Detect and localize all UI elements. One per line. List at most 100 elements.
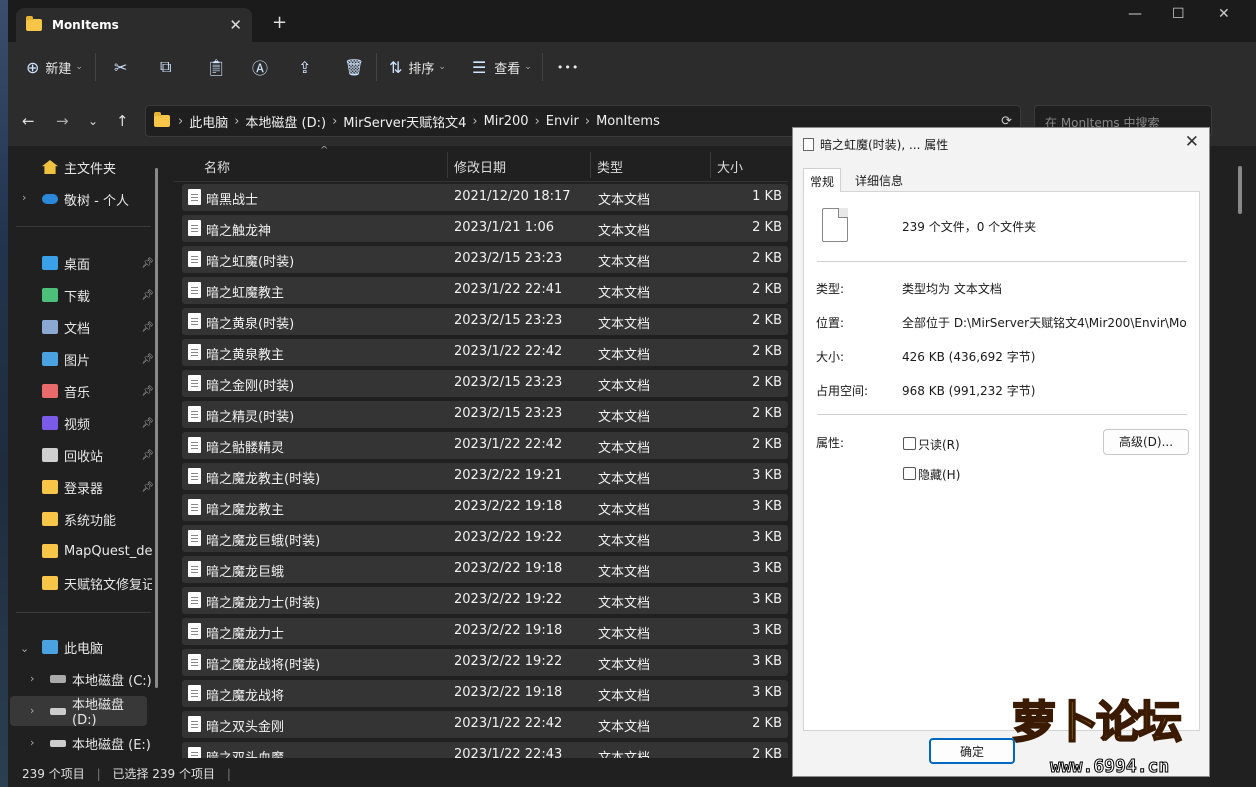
delete-button[interactable]: 🗑︎: [344, 51, 368, 83]
chevron-right-icon: ›: [472, 113, 478, 129]
table-row[interactable]: 暗之骷髅精灵 2023/1/22 22:42 文本文档 2 KB: [182, 432, 788, 459]
tab-details[interactable]: 详细信息: [849, 168, 909, 192]
file-date: 2023/1/22 22:43: [454, 747, 563, 758]
table-row[interactable]: 暗之魔龙战将 2023/2/22 19:18 文本文档 3 KB: [182, 680, 788, 707]
breadcrumb-drive-d[interactable]: 本地磁盘 (D:): [245, 112, 326, 131]
file-list-scrollbar[interactable]: [1238, 166, 1242, 214]
sidebar-item-quick-7[interactable]: 登录器 📌︎: [8, 472, 158, 502]
tab-monitems[interactable]: MonItems ✕: [16, 8, 252, 42]
new-button[interactable]: ⊕ 新建 ⌄: [26, 51, 83, 83]
dialog-close-button[interactable]: ✕: [1185, 132, 1199, 152]
table-row[interactable]: 暗之虹魔教主 2023/1/22 22:41 文本文档 2 KB: [182, 277, 788, 304]
readonly-label[interactable]: 只读(R): [918, 436, 960, 453]
sidebar-item-quick-8[interactable]: 系统功能: [8, 504, 158, 534]
table-row[interactable]: 暗之魔龙教主(时装) 2023/2/22 19:21 文本文档 3 KB: [182, 463, 788, 490]
recent-locations-button[interactable]: ⌄: [88, 114, 98, 128]
breadcrumb-mirserver[interactable]: MirServer天赋铭文4: [343, 112, 466, 131]
chevron-down-icon: ⌄: [438, 62, 446, 72]
table-row[interactable]: 暗之魔龙教主 2023/2/22 19:18 文本文档 3 KB: [182, 494, 788, 521]
more-options-button[interactable]: •••: [557, 51, 579, 83]
cut-button[interactable]: ✂: [114, 51, 138, 83]
divider: [94, 53, 96, 81]
readonly-checkbox[interactable]: [903, 437, 916, 450]
column-divider[interactable]: [710, 152, 711, 178]
table-row[interactable]: 暗之金刚(时装) 2023/2/15 23:23 文本文档 2 KB: [182, 370, 788, 397]
pin-icon[interactable]: 📌︎: [141, 290, 154, 301]
file-size: 3 KB: [752, 623, 782, 638]
ok-button[interactable]: 确定: [929, 738, 1015, 764]
pin-icon[interactable]: 📌︎: [141, 386, 154, 397]
table-row[interactable]: 暗之魔龙战将(时装) 2023/2/22 19:22 文本文档 3 KB: [182, 649, 788, 676]
sidebar-item-quick-5[interactable]: 视频 📌︎: [8, 408, 158, 438]
breadcrumb-monitems[interactable]: MonItems: [596, 114, 660, 129]
table-row[interactable]: 暗之魔龙巨蛾(时装) 2023/2/22 19:22 文本文档 3 KB: [182, 525, 788, 552]
breadcrumb-mir200[interactable]: Mir200: [484, 114, 529, 129]
close-window-button[interactable]: ✕: [1218, 6, 1230, 22]
copy-button[interactable]: ⧉: [160, 51, 184, 83]
minimize-button[interactable]: —: [1128, 6, 1142, 22]
paste-button[interactable]: 📋︎: [206, 51, 230, 83]
pin-icon[interactable]: 📌︎: [141, 354, 154, 365]
sidebar-item-quick-4[interactable]: 音乐 📌︎: [8, 376, 158, 406]
sidebar-item-quick-6[interactable]: 回收站 📌︎: [8, 440, 158, 470]
up-button[interactable]: ↑: [116, 112, 129, 130]
table-row[interactable]: 暗之触龙神 2023/1/21 1:06 文本文档 2 KB: [182, 215, 788, 242]
sidebar-item-quick-2[interactable]: 文档 📌︎: [8, 312, 158, 342]
sort-button[interactable]: ⇅ 排序 ⌄: [389, 51, 446, 83]
sidebar-item-quick-3[interactable]: 图片 📌︎: [8, 344, 158, 374]
file-type: 文本文档: [598, 565, 651, 580]
sidebar-item-this-pc[interactable]: 此电脑: [8, 632, 158, 662]
column-name[interactable]: 名称: [204, 157, 230, 176]
sidebar-item-home[interactable]: 主文件夹: [8, 152, 158, 182]
sidebar-item-drive-c[interactable]: 本地磁盘 (C:): [8, 664, 158, 694]
sidebar-item-label: 主文件夹: [64, 161, 117, 177]
file-date: 2023/2/22 19:21: [454, 468, 563, 483]
pin-icon[interactable]: 📌︎: [141, 322, 154, 333]
table-row[interactable]: 暗之虹魔(时装) 2023/2/15 23:23 文本文档 2 KB: [182, 246, 788, 273]
hidden-label[interactable]: 隐藏(H): [918, 466, 960, 483]
forward-button[interactable]: →: [56, 112, 69, 130]
maximize-button[interactable]: ☐: [1172, 6, 1185, 22]
table-row[interactable]: 暗之精灵(时装) 2023/2/15 23:23 文本文档 2 KB: [182, 401, 788, 428]
column-divider[interactable]: [590, 152, 591, 178]
new-tab-button[interactable]: +: [272, 12, 287, 33]
sidebar-item-drive-e[interactable]: 本地磁盘 (E:): [8, 728, 158, 758]
table-row[interactable]: 暗之魔龙巨蛾 2023/2/22 19:18 文本文档 3 KB: [182, 556, 788, 583]
sidebar-item-onedrive[interactable]: 敬树 - 个人: [8, 184, 158, 214]
table-row[interactable]: 暗之黄泉教主 2023/1/22 22:42 文本文档 2 KB: [182, 339, 788, 366]
pin-icon[interactable]: 📌︎: [141, 482, 154, 493]
column-type[interactable]: 类型: [597, 157, 623, 176]
rename-button[interactable]: Ⓐ: [252, 51, 276, 83]
sidebar-item-quick-1[interactable]: 下载 📌︎: [8, 280, 158, 310]
column-date[interactable]: 修改日期: [454, 157, 506, 176]
hidden-checkbox[interactable]: [903, 467, 916, 480]
pin-icon[interactable]: 📌︎: [141, 450, 154, 461]
sidebar-item-quick-0[interactable]: 桌面 📌︎: [8, 248, 158, 278]
back-button[interactable]: ←: [22, 112, 35, 130]
sidebar-item-quick-9[interactable]: MapQuest_def: [8, 536, 158, 566]
table-row[interactable]: 暗黑战士 2021/12/20 18:17 文本文档 1 KB: [182, 184, 788, 211]
chevron-right-icon[interactable]: ›: [30, 704, 34, 717]
table-row[interactable]: 暗之魔龙力士 2023/2/22 19:18 文本文档 3 KB: [182, 618, 788, 645]
file-type: 文本文档: [598, 193, 651, 208]
table-row[interactable]: 暗之黄泉(时装) 2023/2/15 23:23 文本文档 2 KB: [182, 308, 788, 335]
text-file-icon: [188, 654, 201, 670]
column-divider[interactable]: [447, 152, 448, 178]
advanced-button[interactable]: 高级(D)...: [1103, 429, 1189, 455]
file-date: 2023/1/22 22:42: [454, 344, 563, 359]
breadcrumb-this-pc[interactable]: 此电脑: [189, 112, 228, 131]
file-name: 暗黑战士: [206, 193, 259, 208]
table-row[interactable]: 暗之双头血魔 2023/1/22 22:43 文本文档 2 KB: [182, 742, 788, 758]
tab-general[interactable]: 常规: [803, 168, 842, 192]
sidebar-scrollbar[interactable]: [155, 168, 158, 688]
close-tab-icon[interactable]: ✕: [229, 16, 242, 34]
pin-icon[interactable]: 📌︎: [141, 258, 154, 269]
table-row[interactable]: 暗之双头金刚 2023/1/22 22:42 文本文档 2 KB: [182, 711, 788, 738]
column-size[interactable]: 大小: [717, 157, 743, 176]
sidebar-item-quick-10[interactable]: 天赋铭文修复记: [8, 568, 158, 598]
pin-icon[interactable]: 📌︎: [141, 418, 154, 429]
share-button[interactable]: ⇪: [298, 51, 322, 83]
breadcrumb-envir[interactable]: Envir: [546, 114, 579, 129]
table-row[interactable]: 暗之魔龙力士(时装) 2023/2/22 19:22 文本文档 3 KB: [182, 587, 788, 614]
view-button[interactable]: ☰ 查看 ⌄: [472, 51, 532, 83]
